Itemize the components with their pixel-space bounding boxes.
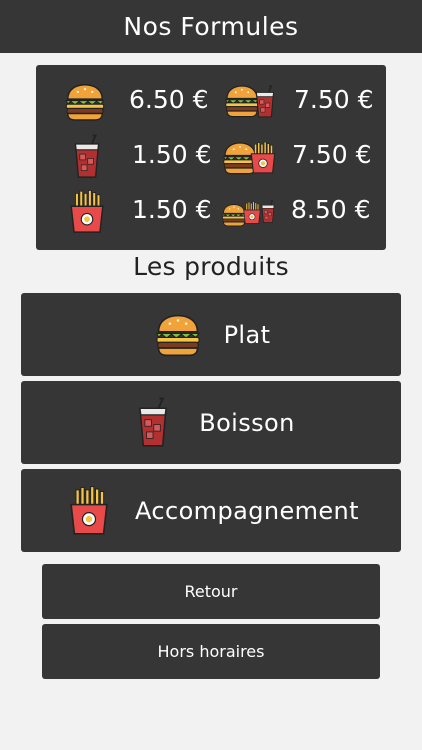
fries-icon — [64, 189, 110, 235]
hors-horaires-label: Hors horaires — [157, 642, 265, 661]
burger-icon — [152, 309, 204, 361]
product-label: Plat — [223, 320, 271, 349]
product-label: Boisson — [199, 408, 295, 437]
product-accompagnement-button[interactable]: Accompagnement — [21, 469, 401, 552]
app-header: Nos Formules — [0, 0, 422, 53]
formule-price: 7.50 € — [294, 85, 374, 114]
formules-panel: 6.50 € 7.50 € 1.50 € 7.50 € 1.50 € 8.50 … — [36, 65, 386, 250]
product-plat-button[interactable]: Plat — [21, 293, 401, 376]
burger-fries-drink-icon — [222, 200, 275, 227]
products-title: Les produits — [133, 252, 289, 281]
formule-price: 1.50 € — [132, 140, 212, 169]
back-button-label: Retour — [184, 582, 238, 601]
back-button[interactable]: Retour — [42, 564, 380, 619]
drink-icon — [64, 134, 110, 180]
product-label: Accompagnement — [135, 496, 359, 525]
product-boisson-button[interactable]: Boisson — [21, 381, 401, 464]
drink-icon — [127, 397, 179, 449]
page-title: Nos Formules — [123, 12, 299, 41]
burger-icon — [62, 79, 108, 125]
burger-fries-icon — [223, 141, 276, 175]
fries-icon — [63, 485, 115, 537]
hors-horaires-button[interactable]: Hors horaires — [42, 624, 380, 679]
formule-price: 8.50 € — [291, 195, 371, 224]
formule-price: 6.50 € — [129, 85, 209, 114]
burger-drink-icon — [225, 85, 275, 118]
formule-price: 7.50 € — [292, 140, 372, 169]
formule-price: 1.50 € — [132, 195, 212, 224]
